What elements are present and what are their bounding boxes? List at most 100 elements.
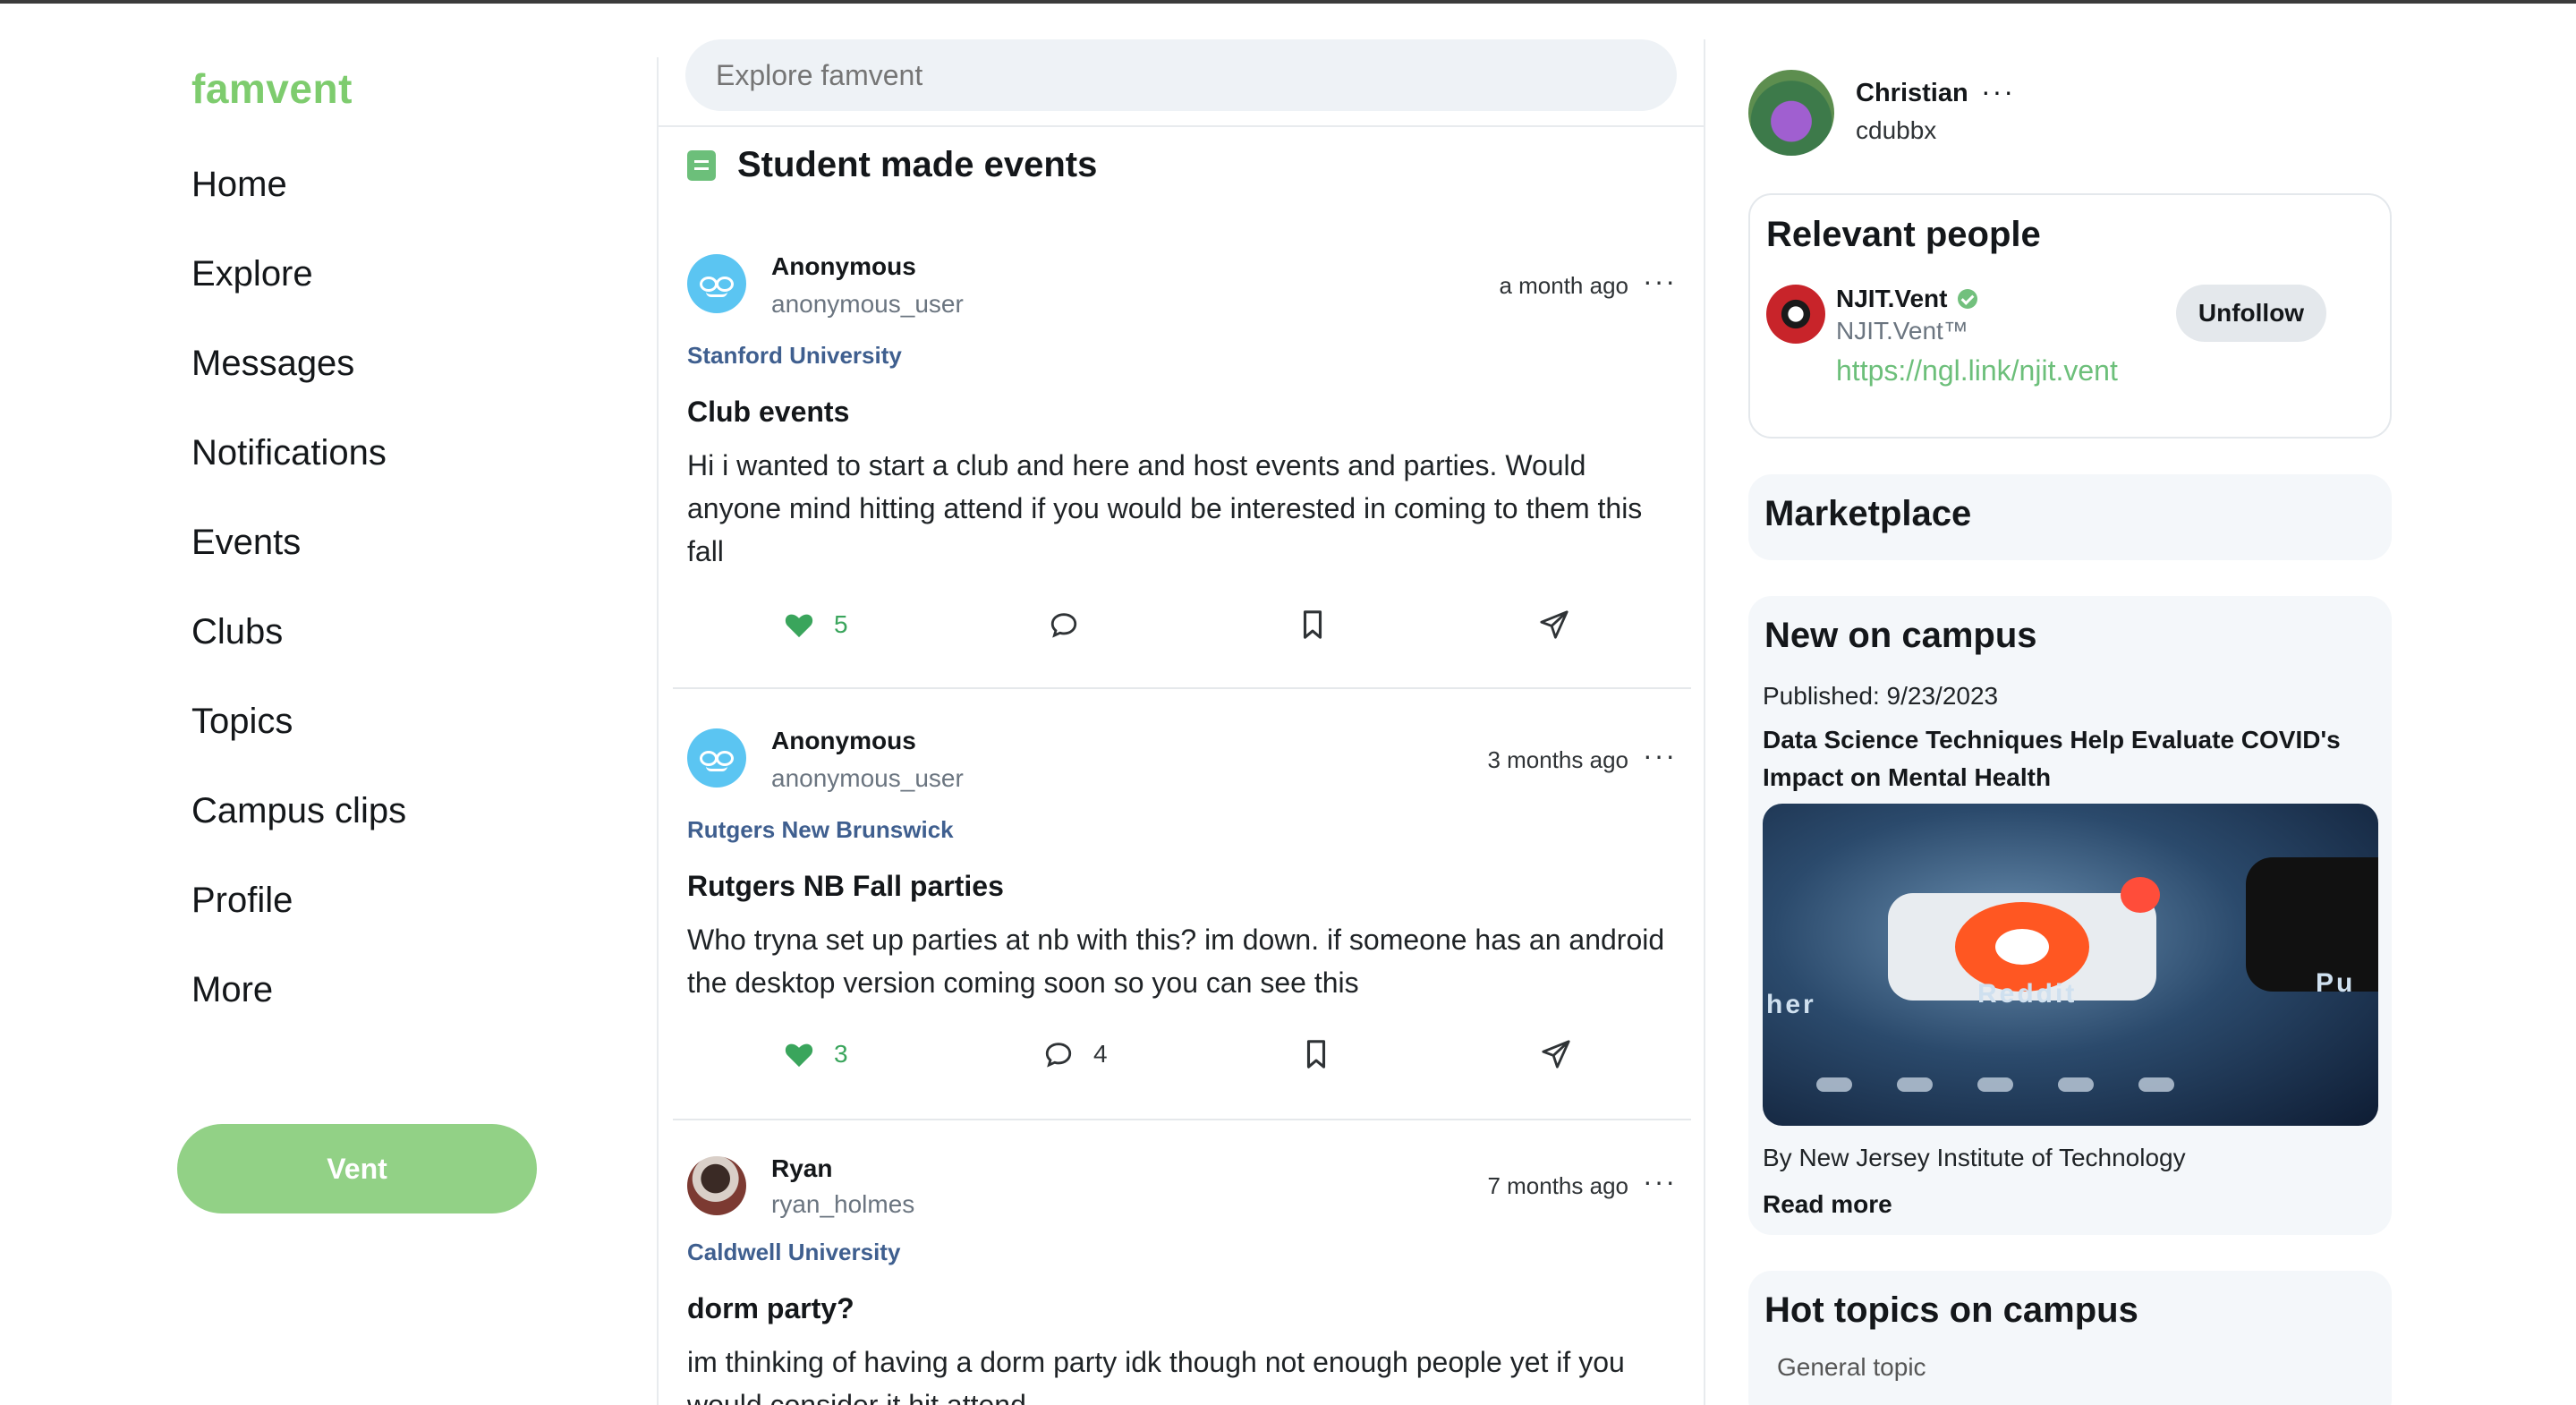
comment-count: 4	[1093, 1040, 1108, 1068]
post-time: 7 months ago	[1487, 1172, 1628, 1199]
post-actions: 5	[673, 605, 1691, 644]
post-more-icon[interactable]: ···	[1643, 265, 1677, 298]
heart-icon	[785, 1043, 813, 1068]
njit-vent-avatar[interactable]	[1766, 285, 1825, 344]
relevant-person-name[interactable]: NJIT.Vent	[1836, 285, 1978, 313]
dock-dot	[2138, 1077, 2174, 1092]
relevant-people-card: Relevant people NJIT.Vent NJIT.Vent™ htt…	[1748, 193, 2392, 439]
news-byline: By New Jersey Institute of Technology	[1763, 1144, 2186, 1171]
like-count: 3	[834, 1040, 848, 1068]
like-button[interactable]: 5	[784, 605, 848, 644]
search-divider	[659, 125, 1704, 127]
anonymous-avatar-icon[interactable]	[687, 728, 746, 788]
post-card[interactable]: Anonymous anonymous_user 3 months ago ··…	[673, 716, 1691, 1119]
news-published: Published: 9/23/2023	[1763, 682, 1999, 710]
brand-logo[interactable]: famvent	[191, 64, 353, 113]
post-body: im thinking of having a dorm party idk t…	[687, 1346, 1625, 1405]
dock-dot	[1977, 1077, 2013, 1092]
post-author[interactable]: Anonymous	[771, 727, 916, 755]
verified-icon	[1958, 289, 1978, 309]
nav-explore[interactable]: Explore	[191, 249, 406, 338]
post-author[interactable]: Ryan	[771, 1154, 832, 1183]
post-username[interactable]: anonymous_user	[771, 290, 964, 319]
vent-button[interactable]: Vent	[177, 1124, 537, 1213]
unfollow-button[interactable]: Unfollow	[2176, 285, 2326, 342]
post-more-icon[interactable]: ···	[1643, 739, 1677, 772]
send-icon	[1542, 1040, 1570, 1069]
image-label: Reddit	[1977, 979, 2078, 1009]
nav-home[interactable]: Home	[191, 159, 406, 249]
post-username[interactable]: anonymous_user	[771, 764, 964, 793]
heart-icon	[785, 614, 813, 638]
document-list-icon	[687, 149, 716, 181]
relevant-person-handle: NJIT.Vent™	[1836, 317, 1968, 345]
nav-topics[interactable]: Topics	[191, 696, 406, 786]
post-card[interactable]: Anonymous anonymous_user a month ago ···…	[673, 242, 1691, 689]
like-count: 5	[834, 610, 848, 638]
notification-badge	[2121, 877, 2160, 913]
news-title[interactable]: Data Science Techniques Help Evaluate CO…	[1763, 721, 2380, 796]
post-actions: 3 4	[673, 1035, 1691, 1074]
nav-notifications[interactable]: Notifications	[191, 428, 406, 517]
post-school[interactable]: Stanford University	[687, 342, 902, 370]
post-author[interactable]: Anonymous	[771, 252, 916, 281]
nav-more[interactable]: More	[191, 965, 406, 1054]
post-card[interactable]: Ryan ryan_holmes 7 months ago ··· Caldwe…	[673, 1142, 1691, 1405]
like-button[interactable]: 3	[784, 1035, 848, 1074]
hot-topics-subtitle: General topic	[1777, 1353, 1926, 1381]
reddit-logo-icon	[1955, 902, 2089, 992]
bookmark-icon	[1306, 1040, 1326, 1069]
relevant-person-link[interactable]: https://ngl.link/njit.vent	[1836, 354, 2118, 387]
image-label: Pu	[2316, 968, 2356, 998]
user-avatar[interactable]	[687, 1156, 746, 1215]
feed-header: Student made events	[687, 145, 1097, 185]
relevant-person-name-text: NJIT.Vent	[1836, 285, 1948, 312]
feed-title: Student made events	[737, 145, 1098, 184]
post-school[interactable]: Rutgers New Brunswick	[687, 816, 954, 844]
post-username[interactable]: ryan_holmes	[771, 1190, 914, 1219]
post-school[interactable]: Caldwell University	[687, 1239, 900, 1266]
share-button[interactable]	[1539, 605, 1569, 644]
main-nav: Home Explore Messages Notifications Even…	[191, 159, 406, 1054]
post-body: Hi i wanted to start a club and here and…	[687, 449, 1643, 567]
dock-dot	[1816, 1077, 1852, 1092]
nav-campus-clips[interactable]: Campus clips	[191, 786, 406, 875]
anonymous-avatar-icon[interactable]	[687, 254, 746, 313]
profile-username: cdubbx	[1856, 116, 1937, 144]
news-heading: New on campus	[1764, 616, 2037, 655]
relevant-people-heading: Relevant people	[1766, 215, 2041, 254]
comment-icon	[1050, 613, 1077, 638]
profile-name[interactable]: Christian	[1856, 79, 1968, 108]
comment-button[interactable]: 4	[1043, 1035, 1108, 1074]
nav-messages[interactable]: Messages	[191, 338, 406, 428]
nav-events[interactable]: Events	[191, 517, 406, 607]
dock-dot	[2058, 1077, 2094, 1092]
feed-right-divider	[1704, 39, 1705, 1405]
post-divider	[673, 687, 1691, 689]
marketplace-heading[interactable]: Marketplace	[1764, 494, 1971, 534]
post-divider	[673, 1119, 1691, 1120]
post-time: a month ago	[1499, 272, 1628, 299]
post-title: Club events	[687, 396, 850, 428]
nav-clubs[interactable]: Clubs	[191, 607, 406, 696]
read-more-link[interactable]: Read more	[1763, 1190, 1892, 1219]
comment-button[interactable]	[1049, 605, 1079, 644]
marketplace-card[interactable]: Marketplace	[1748, 474, 2392, 560]
news-card: New on campus Published: 9/23/2023 Data …	[1748, 596, 2392, 1235]
bookmark-button[interactable]	[1299, 605, 1326, 644]
hot-topics-card: Hot topics on campus General topic	[1748, 1271, 2392, 1405]
nav-profile[interactable]: Profile	[191, 875, 406, 965]
left-sidebar: famvent Home Explore Messages Notificati…	[0, 0, 658, 1405]
send-icon	[1540, 610, 1569, 639]
profile-avatar[interactable]	[1748, 70, 1834, 156]
profile-more-icon[interactable]: ···	[1981, 75, 2015, 108]
post-title: Rutgers NB Fall parties	[687, 870, 1004, 902]
app-tile-dark	[2246, 857, 2378, 992]
bookmark-button[interactable]	[1303, 1035, 1330, 1074]
news-image[interactable]: her Reddit Pu	[1763, 804, 2378, 1126]
post-more-icon[interactable]: ···	[1643, 1165, 1677, 1198]
search-input[interactable]	[685, 39, 1677, 111]
post-time: 3 months ago	[1487, 746, 1628, 773]
post-title: dorm party?	[687, 1292, 854, 1324]
share-button[interactable]	[1541, 1035, 1571, 1074]
